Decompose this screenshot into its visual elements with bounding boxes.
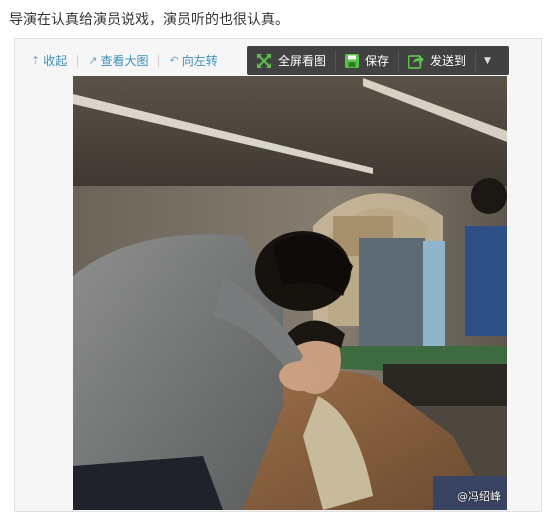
fullscreen-button[interactable]: 全屏看图 xyxy=(247,46,335,75)
post-caption: 导演在认真给演员说戏，演员听的也很认真。 xyxy=(9,12,289,28)
collapse-link[interactable]: ⇡ 收起 xyxy=(31,52,67,69)
separator xyxy=(77,54,79,67)
separator xyxy=(158,54,160,67)
image-action-toolbar: 全屏看图 保存 发送到 ▼ xyxy=(247,46,509,75)
rotate-left-link[interactable]: ↶ 向左转 xyxy=(169,52,217,69)
send-to-button[interactable]: 发送到 xyxy=(399,46,475,75)
save-label: 保存 xyxy=(365,54,390,68)
send-to-label: 发送到 xyxy=(430,54,467,68)
rotate-left-label: 向左转 xyxy=(181,54,218,68)
save-button[interactable]: 保存 xyxy=(336,46,398,75)
fullscreen-icon xyxy=(256,53,272,69)
view-large-label: 查看大图 xyxy=(100,54,149,68)
photo-scene xyxy=(73,76,507,510)
chevron-down-icon[interactable]: ▼ xyxy=(476,46,499,75)
post-photo[interactable]: @冯绍峰 xyxy=(73,76,507,510)
toolbar-fade xyxy=(233,47,247,73)
rotate-left-icon: ↶ xyxy=(169,54,179,67)
share-arrow-icon xyxy=(408,53,425,69)
image-toolbar-links: ⇡ 收起 ↗ 查看大图 ↶ 向左转 xyxy=(31,52,218,69)
arrow-up-icon: ⇡ xyxy=(31,54,41,67)
external-link-icon: ↗ xyxy=(88,54,98,67)
floppy-disk-icon xyxy=(345,53,360,68)
collapse-label: 收起 xyxy=(43,54,68,68)
view-large-link[interactable]: ↗ 查看大图 xyxy=(88,52,148,69)
fullscreen-label: 全屏看图 xyxy=(278,54,327,68)
photo-watermark: @冯绍峰 xyxy=(457,490,501,503)
